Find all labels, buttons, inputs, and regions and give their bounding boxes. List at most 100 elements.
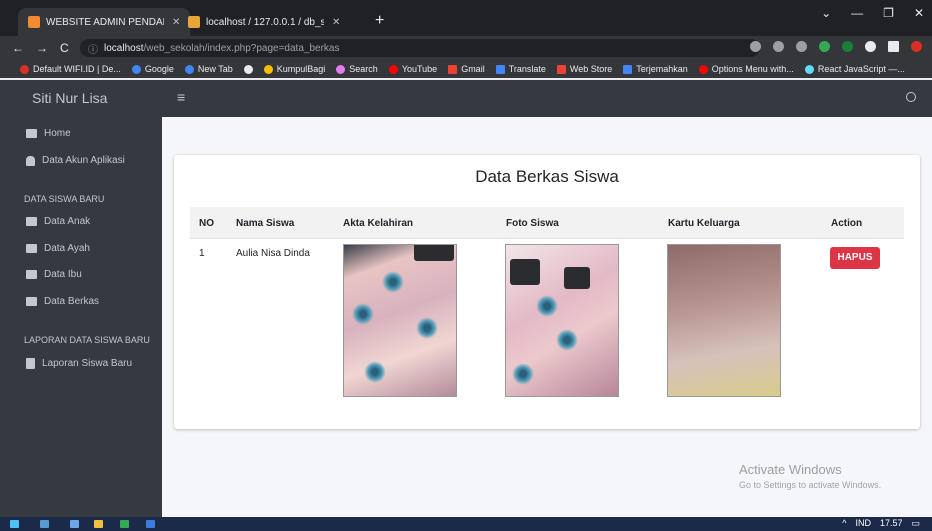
sidebar-section-heading: DATA SISWA BARU — [24, 194, 105, 204]
bookmarks-bar: Default WIFI.ID | De... Google New Tab K… — [0, 60, 932, 78]
bookmark-item[interactable]: React JavaScript —... — [804, 64, 905, 74]
back-icon[interactable]: ← — [12, 41, 24, 55]
github-icon — [243, 64, 253, 74]
browser-tab-strip: WEBSITE ADMIN PENDAFTARAN ✕ localhost / … — [0, 0, 932, 36]
profile-avatar[interactable] — [911, 41, 922, 52]
new-tab-icon[interactable]: + — [375, 12, 384, 30]
sidepanel-icon[interactable] — [888, 41, 899, 52]
hamburger-menu-icon[interactable]: ≡ — [177, 89, 185, 105]
address-bar[interactable]: ⓘ localhost/web_sekolah/index.php?page=d… — [80, 39, 760, 57]
tab-admin[interactable]: WEBSITE ADMIN PENDAFTARAN ✕ — [18, 8, 191, 36]
vscode-icon[interactable] — [146, 520, 155, 528]
info-icon: ⓘ — [88, 44, 98, 56]
hapus-button[interactable]: HAPUS — [830, 247, 880, 269]
sidebar-item-data-ibu[interactable]: Data Ibu — [26, 269, 82, 280]
bookmark-item[interactable]: New Tab — [184, 64, 233, 74]
activate-windows-watermark: Activate Windows — [739, 462, 842, 477]
user-icon — [26, 155, 35, 166]
bookmark-item[interactable]: Default WIFI.ID | De... — [20, 64, 121, 74]
table-header: NO Nama Siswa Akta Kelahiran Foto Siswa … — [190, 207, 904, 239]
bookmark-item[interactable]: Google — [131, 64, 174, 74]
chevron-down-icon[interactable]: ⌄ — [821, 6, 831, 20]
chevron-up-icon[interactable]: ^ — [842, 518, 846, 529]
bookmark-item[interactable] — [243, 64, 253, 74]
column-header: Akta Kelahiran — [343, 218, 414, 229]
bookmark-item[interactable]: Search — [336, 64, 378, 74]
google-icon — [184, 64, 194, 74]
id-card-icon — [26, 270, 37, 279]
extension-icon[interactable] — [819, 41, 830, 52]
bookmark-item[interactable]: Web Store — [556, 64, 612, 74]
close-window-icon[interactable]: ✕ — [914, 6, 924, 20]
sidebar-item-label: Data Akun Aplikasi — [42, 155, 125, 166]
device-shape — [510, 259, 540, 285]
reload-icon[interactable]: C — [60, 41, 69, 55]
extensions-area — [750, 41, 922, 52]
bookmark-item[interactable]: Options Menu with... — [698, 64, 794, 74]
phpmyadmin-favicon-icon — [188, 16, 200, 28]
youtube-icon — [388, 64, 398, 74]
puzzle-icon[interactable] — [865, 41, 876, 52]
circle-icon[interactable] — [906, 92, 916, 102]
notification-icon[interactable]: ▭ — [911, 518, 920, 529]
sidebar-item-data-ayah[interactable]: Data Ayah — [26, 243, 90, 254]
language-indicator[interactable]: IND — [855, 518, 871, 529]
chrome-icon[interactable] — [120, 520, 129, 528]
web-store-icon — [556, 64, 566, 74]
star-icon[interactable] — [796, 41, 807, 52]
clock[interactable]: 17.57 — [880, 518, 903, 529]
windows-taskbar: ^ IND 17.57 ▭ — [0, 517, 932, 531]
bookmark-item[interactable]: KumpulBagi — [263, 64, 325, 74]
forward-icon[interactable]: → — [36, 41, 48, 55]
page-title: Data Berkas Siswa — [475, 167, 619, 186]
row-number: 1 — [199, 248, 205, 259]
bookmark-item[interactable]: Gmail — [448, 64, 485, 74]
kumpulbagi-icon — [263, 64, 273, 74]
sidebar-item-label: Data Ayah — [44, 243, 90, 254]
share-icon[interactable] — [773, 41, 784, 52]
pattern-flower — [364, 361, 386, 383]
site-favicon-icon — [28, 16, 40, 28]
tab-label: WEBSITE ADMIN PENDAFTARAN — [46, 16, 164, 28]
sidebar-item-label: Data Anak — [44, 216, 91, 227]
sidebar-item-laporan[interactable]: Laporan Siswa Baru — [26, 358, 132, 369]
sidebar-section-heading: LAPORAN DATA SISWA BARU — [24, 335, 150, 345]
column-header: Action — [831, 218, 863, 229]
bookmark-item[interactable]: Terjemahkan — [623, 64, 688, 74]
tab-phpmyadmin[interactable]: localhost / 127.0.0.1 / db_sekolah ✕ — [178, 8, 350, 36]
zoom-icon[interactable] — [750, 41, 761, 52]
window-controls: ⌄ — ❐ ✕ — [821, 6, 924, 20]
sidebar-item-home[interactable]: Home — [26, 128, 71, 139]
id-card-icon — [26, 217, 37, 226]
pattern-flower — [352, 303, 374, 325]
column-header: NO — [199, 218, 214, 229]
id-card-icon — [26, 244, 37, 253]
bookmark-item[interactable]: YouTube — [388, 64, 437, 74]
maximize-icon[interactable]: ❐ — [883, 6, 894, 20]
file-explorer-icon[interactable] — [94, 520, 103, 528]
device-shape — [414, 245, 454, 261]
pattern-flower — [512, 363, 534, 385]
kartu-keluarga-image[interactable] — [667, 244, 781, 397]
column-header: Foto Siswa — [506, 218, 559, 229]
close-icon[interactable]: ✕ — [332, 17, 340, 28]
taskview-icon[interactable] — [40, 520, 49, 528]
foto-siswa-image[interactable] — [505, 244, 619, 397]
sidebar-item-label: Data Berkas — [44, 296, 100, 307]
windows-start-icon[interactable] — [10, 520, 19, 528]
grid-icon — [26, 129, 37, 138]
extension-icon[interactable] — [842, 41, 853, 52]
tab-label: localhost / 127.0.0.1 / db_sekolah — [206, 16, 324, 28]
edge-icon[interactable] — [70, 520, 79, 528]
data-berkas-card: Data Berkas Siswa NO Nama Siswa Akta Kel… — [174, 155, 920, 429]
minimize-icon[interactable]: — — [851, 6, 863, 20]
sidebar-item-data-anak[interactable]: Data Anak — [26, 216, 90, 227]
bookmark-item[interactable]: Translate — [495, 64, 546, 74]
main-content: Data Berkas Siswa NO Nama Siswa Akta Kel… — [162, 117, 932, 517]
akta-kelahiran-image[interactable] — [343, 244, 457, 397]
sidebar-item-data-akun[interactable]: Data Akun Aplikasi — [26, 155, 125, 166]
bookmark-favicon-icon — [20, 64, 29, 74]
gmail-icon — [448, 64, 458, 74]
browser-toolbar: ← → C ⓘ localhost/web_sekolah/index.php?… — [0, 36, 932, 60]
sidebar-item-data-berkas[interactable]: Data Berkas — [26, 296, 99, 307]
